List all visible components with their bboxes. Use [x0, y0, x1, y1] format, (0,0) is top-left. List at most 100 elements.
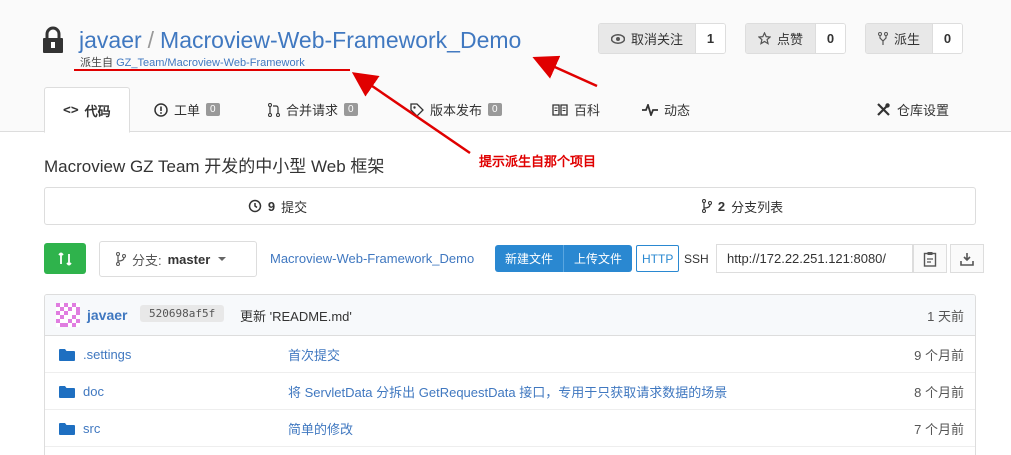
avatar[interactable]: [56, 303, 80, 327]
fork-label: 派生: [894, 32, 921, 47]
copy-url-button[interactable]: [913, 244, 947, 273]
http-clone-button[interactable]: HTTP: [636, 245, 680, 272]
repo-title: javaer / Macroview-Web-Framework_Demo: [79, 27, 521, 54]
tools-icon: [877, 103, 890, 116]
annotation-underline: [74, 69, 350, 71]
commits-stat[interactable]: 9 提交: [45, 188, 510, 224]
commits-label: 提交: [281, 199, 308, 215]
forked-prefix: 派生自: [80, 57, 113, 69]
new-file-button[interactable]: 新建文件: [495, 245, 564, 272]
commit-author-link[interactable]: javaer: [87, 307, 127, 323]
tab-settings[interactable]: 仓库设置: [876, 87, 949, 132]
code-icon: <>: [63, 102, 79, 118]
annotation-text: 提示派生自那个项目: [479, 154, 597, 169]
repo-tabs: <> 代码 工单 0 合并请求 0 版本发布 0 百科 动态 仓库设置: [44, 87, 974, 133]
tab-issues-label: 工单: [174, 103, 201, 118]
chevron-down-icon: [218, 257, 227, 261]
upload-file-button[interactable]: 上传文件: [563, 245, 633, 272]
folder-icon: [59, 386, 75, 398]
eye-icon: [611, 33, 625, 44]
repo-name-link[interactable]: Macroview-Web-Framework_Demo: [160, 27, 521, 53]
file-commit-time: 9 个月前: [914, 347, 964, 363]
lock-icon: [43, 26, 63, 53]
repo-description: Macroview GZ Team 开发的中小型 Web 框架: [44, 157, 385, 176]
file-actions-group: 新建文件 上传文件: [495, 245, 633, 272]
clipboard-icon: [923, 251, 937, 267]
tab-code-label: 代码: [84, 103, 111, 119]
download-button[interactable]: [950, 244, 984, 273]
tab-issues[interactable]: 工单 0: [154, 87, 220, 132]
file-name-link[interactable]: doc: [83, 384, 104, 399]
file-commit-message-link[interactable]: 简单的修改: [288, 419, 353, 438]
unwatch-button-group: 取消关注 1: [598, 23, 727, 54]
stars-count[interactable]: 0: [815, 24, 846, 53]
branches-count: 2: [717, 198, 726, 214]
fork-button[interactable]: 派生: [866, 24, 933, 53]
file-commit-time: 8 个月前: [914, 384, 964, 400]
commit-sha-link[interactable]: 520698af5f: [140, 305, 225, 322]
branches-label: 分支列表: [731, 199, 784, 215]
compare-sync-button[interactable]: [44, 243, 86, 274]
title-separator: /: [147, 27, 155, 53]
ssh-clone-button[interactable]: SSH: [679, 245, 714, 272]
repo-owner-link[interactable]: javaer: [79, 27, 142, 53]
star-button-group: 点赞 0: [745, 23, 847, 54]
branches-stat[interactable]: 2 分支列表: [510, 188, 975, 224]
unwatch-button[interactable]: 取消关注: [599, 24, 696, 53]
download-icon: [960, 252, 974, 266]
tab-pulls-label: 合并请求: [286, 103, 339, 118]
clone-url-input[interactable]: http://172.22.251.121:8080/: [716, 244, 913, 273]
branch-prefix: 分支:: [132, 252, 162, 268]
star-button[interactable]: 点赞: [746, 24, 816, 53]
branch-icon: [116, 252, 126, 266]
file-name-link[interactable]: .settings: [83, 347, 131, 362]
star-label: 点赞: [777, 32, 804, 47]
file-commit-message-link[interactable]: 首次提交: [288, 345, 340, 364]
tab-pulls[interactable]: 合并请求 0: [268, 87, 358, 132]
folder-icon: [59, 423, 75, 435]
commit-message: 更新 'README.md': [240, 308, 352, 324]
pulls-count-badge: 0: [344, 103, 358, 116]
pulse-icon: [642, 103, 658, 116]
tab-activity-label: 动态: [664, 103, 691, 118]
repo-root-link[interactable]: Macroview-Web-Framework_Demo: [270, 251, 474, 266]
repo-header: javaer / Macroview-Web-Framework_Demo 派生自 …: [0, 0, 1011, 133]
tab-activity[interactable]: 动态: [642, 87, 690, 132]
file-list: javaer 520698af5f 更新 'README.md' 1 天前 .s…: [44, 294, 976, 455]
sync-icon: [58, 251, 72, 266]
file-commit-time: 7 个月前: [914, 421, 964, 437]
watchers-count[interactable]: 1: [695, 24, 726, 53]
history-icon: [248, 199, 262, 213]
file-row: .settings 首次提交 9 个月前: [45, 336, 975, 373]
tab-releases[interactable]: 版本发布 0: [410, 87, 502, 132]
tab-code[interactable]: <> 代码: [44, 87, 130, 133]
issue-icon: [154, 102, 168, 117]
branch-selector[interactable]: 分支: master: [99, 241, 257, 277]
file-row: doc 将 ServletData 分拆出 GetRequestData 接口，…: [45, 373, 975, 410]
issues-count-badge: 0: [206, 103, 220, 116]
star-icon: [758, 32, 771, 45]
fork-button-group: 派生 0: [865, 23, 964, 54]
branch-name: master: [167, 251, 211, 267]
repo-stats-bar: 9 提交 2 分支列表: [44, 187, 976, 225]
commit-time: 1 天前: [927, 308, 964, 324]
unwatch-label: 取消关注: [631, 32, 684, 47]
book-icon: [552, 103, 568, 116]
tag-icon: [410, 102, 424, 117]
forks-count[interactable]: 0: [932, 24, 963, 53]
file-name-link[interactable]: src: [83, 421, 100, 436]
tab-settings-label: 仓库设置: [897, 103, 950, 118]
forked-from-link[interactable]: GZ_Team/Macroview-Web-Framework: [116, 57, 305, 69]
commits-count: 9: [267, 198, 276, 214]
releases-count-badge: 0: [488, 103, 502, 116]
folder-icon: [59, 349, 75, 361]
fork-icon: [878, 31, 888, 45]
file-commit-message-link[interactable]: 将 ServletData 分拆出 GetRequestData 接口，专用于只…: [288, 382, 727, 401]
file-row: src 简单的修改 7 个月前: [45, 410, 975, 447]
pull-request-icon: [268, 102, 280, 117]
forked-from-info: 派生自 GZ_Team/Macroview-Web-Framework: [80, 54, 305, 70]
branch-icon: [701, 199, 712, 213]
tab-wiki[interactable]: 百科: [552, 87, 600, 132]
tab-releases-label: 版本发布: [430, 103, 483, 118]
latest-commit-bar: javaer 520698af5f 更新 'README.md' 1 天前: [45, 295, 975, 336]
